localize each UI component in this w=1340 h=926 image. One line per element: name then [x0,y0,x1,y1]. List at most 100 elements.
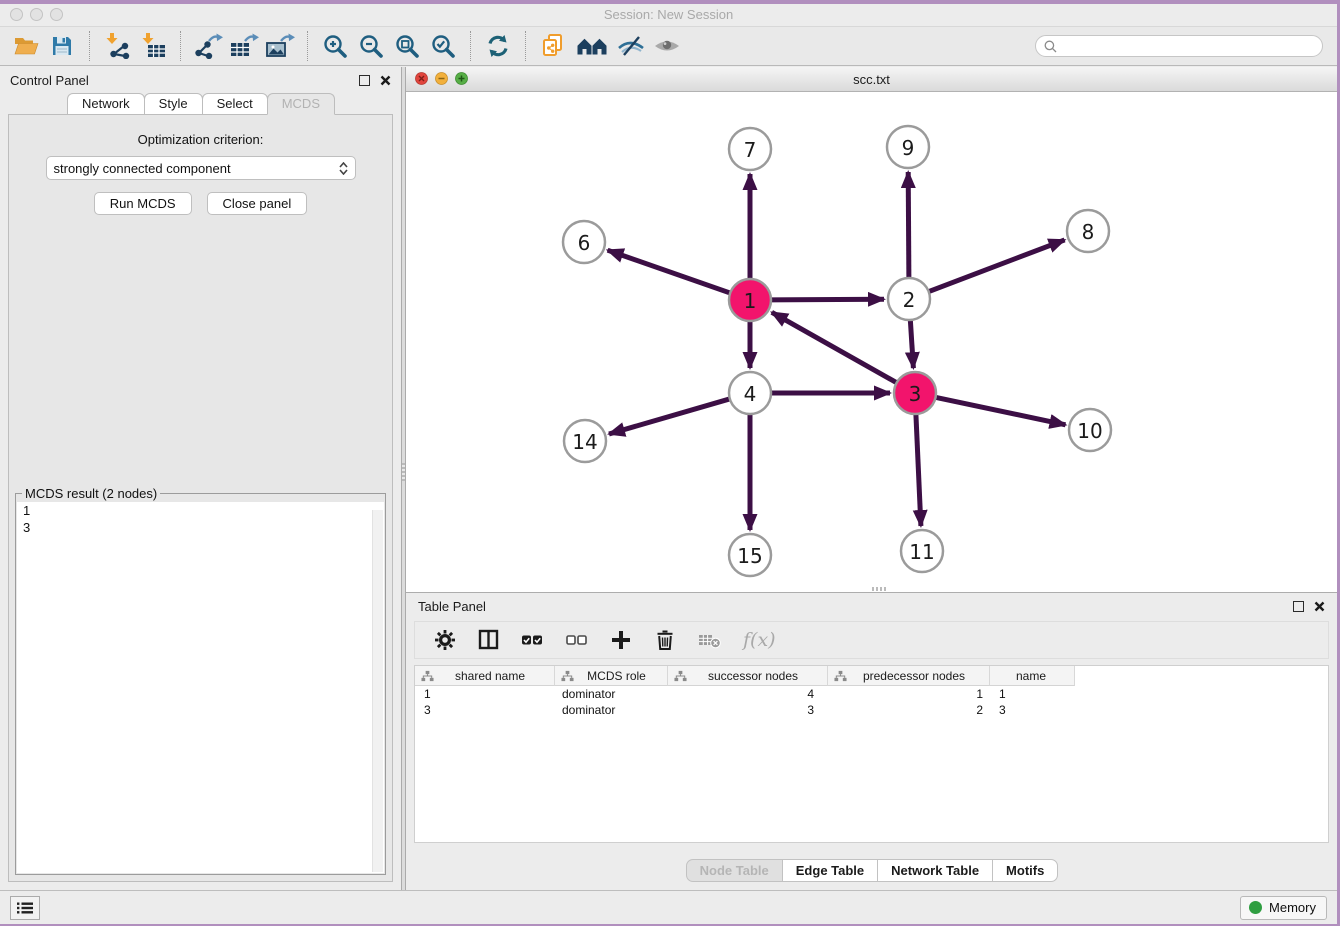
close-panel-icon[interactable] [380,75,391,86]
tab-network-table[interactable]: Network Table [877,859,993,882]
zoom-fit-button[interactable] [389,30,425,62]
control-panel: Control Panel Network Style Select MCDS … [0,67,401,890]
deselect-all-rows-button[interactable] [565,628,589,652]
close-panel-button[interactable]: Close panel [207,192,308,215]
column-header-name[interactable]: name [990,666,1075,686]
splitter-grip[interactable] [402,463,405,481]
function-builder-button[interactable]: f(x) [743,629,776,651]
export-image-button[interactable] [262,30,298,62]
add-column-button[interactable] [609,628,633,652]
toolbar-separator [180,31,181,61]
save-session-button[interactable] [44,30,80,62]
refresh-view-button[interactable] [480,30,516,62]
column-header-predecessor-nodes[interactable]: predecessor nodes [828,666,990,686]
hierarchy-icon [834,670,847,682]
graph-edge-2-8[interactable] [927,240,1065,292]
svg-text:4: 4 [744,382,757,406]
zoom-window-button[interactable] [50,8,63,21]
tab-node-table[interactable]: Node Table [686,859,783,882]
hide-selected-button[interactable] [613,30,649,62]
graph-node-4[interactable]: 4 [729,372,771,414]
graph-node-2[interactable]: 2 [888,278,930,320]
graph-node-11[interactable]: 11 [901,530,943,572]
float-table-panel-icon[interactable] [1293,601,1304,612]
tab-motifs[interactable]: Motifs [992,859,1058,882]
delete-table-button[interactable] [697,629,723,651]
graph-edge-3-10[interactable] [934,397,1066,425]
criterion-dropdown[interactable]: strongly connected component [46,156,356,180]
column-header-mcds-role[interactable]: MCDS role [555,666,668,686]
graph-edge-3-1[interactable] [772,312,899,383]
import-network-button[interactable] [99,30,135,62]
svg-text:1: 1 [744,289,757,313]
search-input[interactable] [1061,39,1314,53]
tab-edge-table[interactable]: Edge Table [782,859,878,882]
graph-node-8[interactable]: 8 [1067,210,1109,252]
table-settings-button[interactable] [433,628,457,652]
zoom-selected-button[interactable] [425,30,461,62]
graph-node-7[interactable]: 7 [729,128,771,170]
network-window-title: scc.txt [853,72,890,87]
memory-button[interactable]: Memory [1240,896,1327,920]
canvas-grip[interactable] [872,587,886,591]
network-canvas[interactable]: 7 9 6 8 1 2 4 3 14 10 15 11 [406,92,1337,592]
export-table-button[interactable] [226,30,262,62]
close-window-button[interactable] [10,8,23,21]
minimize-network-icon[interactable] [435,72,448,85]
split-table-button[interactable] [477,628,501,652]
tab-network[interactable]: Network [67,93,145,115]
column-header-shared-name[interactable]: shared name [415,666,555,686]
table-row[interactable]: 3 dominator 3 2 3 [415,702,1328,718]
first-neighbors-button[interactable] [571,30,613,62]
cell-mcds-role: dominator [555,703,668,717]
minimize-window-button[interactable] [30,8,43,21]
select-all-rows-button[interactable] [521,628,545,652]
window-controls[interactable] [10,8,63,21]
result-scrollbar[interactable] [372,510,383,872]
export-network-button[interactable] [190,30,226,62]
open-session-button[interactable] [8,30,44,62]
table-row[interactable]: 1 dominator 4 1 1 [415,686,1328,702]
node-table[interactable]: shared name MCDS role successor nodes pr… [414,665,1329,843]
zoom-out-button[interactable] [353,30,389,62]
close-table-panel-icon[interactable] [1314,601,1325,612]
search-box[interactable] [1035,35,1323,57]
float-panel-icon[interactable] [359,75,370,86]
tab-mcds[interactable]: MCDS [267,93,335,115]
graph-edge-1-2[interactable] [769,299,884,300]
network-window-titlebar[interactable]: scc.txt [406,67,1337,92]
graph-node-15[interactable]: 15 [729,534,771,576]
graph-node-3[interactable]: 3 [894,372,936,414]
tab-select[interactable]: Select [202,93,268,115]
close-network-icon[interactable] [415,72,428,85]
graph-edge-1-6[interactable] [608,250,733,294]
column-header-successor-nodes[interactable]: successor nodes [668,666,828,686]
svg-text:8: 8 [1082,220,1095,244]
graph-node-10[interactable]: 10 [1069,409,1111,451]
graph-edge-4-14[interactable] [609,398,732,434]
network-graph[interactable]: 7 9 6 8 1 2 4 3 14 10 15 11 [406,92,1337,592]
network-window-controls[interactable] [415,72,468,85]
zoom-in-button[interactable] [317,30,353,62]
app-window: Session: New Session [0,4,1337,924]
tab-style[interactable]: Style [144,93,203,115]
graph-node-6[interactable]: 6 [563,221,605,263]
import-network-icon [103,33,131,59]
graph-edge-2-3[interactable] [910,318,913,368]
graph-edge-3-11[interactable] [916,412,921,526]
mcds-result-list[interactable]: 1 3 [17,502,384,873]
delete-column-button[interactable] [653,628,677,652]
cell-successor-nodes: 4 [668,687,828,701]
copy-style-button[interactable] [535,30,571,62]
task-history-button[interactable] [10,896,40,920]
graph-node-1[interactable]: 1 [729,279,771,321]
graph-node-14[interactable]: 14 [564,420,606,462]
zoom-network-icon[interactable] [455,72,468,85]
zoom-out-icon [358,33,384,59]
show-all-button[interactable] [649,30,685,62]
window-title: Session: New Session [604,7,733,22]
graph-edge-2-9[interactable] [908,172,909,280]
import-table-button[interactable] [135,30,171,62]
run-mcds-button[interactable]: Run MCDS [94,192,192,215]
graph-node-9[interactable]: 9 [887,126,929,168]
